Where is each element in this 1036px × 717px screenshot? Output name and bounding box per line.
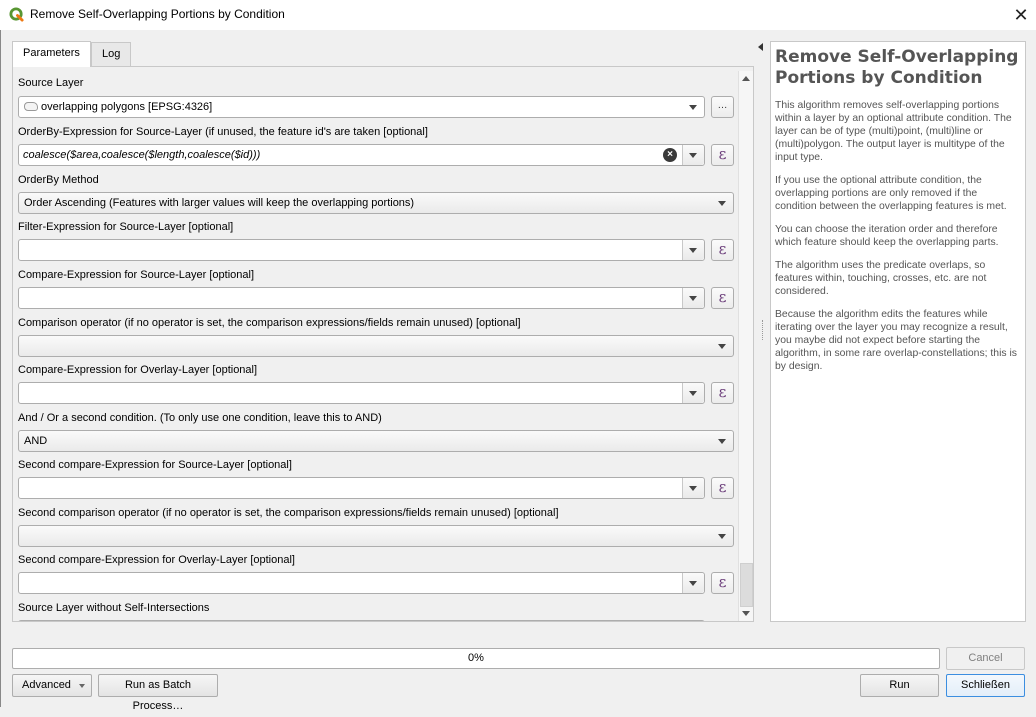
chevron-down-icon — [689, 391, 697, 396]
help-paragraph: The algorithm uses the predicate overlap… — [775, 260, 987, 297]
collapse-help-icon[interactable] — [758, 43, 763, 51]
help-paragraph: This algorithm removes self-overlapping … — [775, 100, 1012, 163]
chevron-down-icon — [689, 153, 697, 158]
second-compare-source-label: Second compare-Expression for Source-Lay… — [18, 459, 292, 471]
second-compare-source-input[interactable] — [20, 479, 680, 497]
tab-parameters[interactable]: Parameters — [12, 41, 91, 67]
source-layer-label: Source Layer — [18, 77, 84, 89]
and-or-value: AND — [24, 435, 48, 447]
help-paragraph: You can choose the iteration order and t… — [775, 224, 999, 248]
help-title: Remove Self-Overlapping Portions by Cond… — [775, 47, 1019, 88]
compare-overlay-dropdown[interactable] — [683, 383, 704, 403]
compare-source-builder-button[interactable]: ε — [711, 287, 734, 309]
orderby-expression-builder-button[interactable]: ε — [711, 144, 734, 166]
chevron-down-icon — [718, 534, 726, 539]
scroll-down-icon[interactable] — [742, 611, 750, 616]
parameters-panel: Source Layer overlapping polygons [EPSG:… — [12, 66, 754, 622]
compare-overlay-label: Compare-Expression for Overlay-Layer [op… — [18, 364, 258, 376]
chevron-down-icon — [718, 439, 726, 444]
help-panel: Remove Self-Overlapping Portions by Cond… — [770, 41, 1026, 622]
run-batch-button[interactable]: Run as Batch Process… — [98, 674, 218, 712]
and-or-label: And / Or a second condition. (To only us… — [18, 412, 382, 424]
second-compare-overlay-dropdown[interactable] — [683, 573, 704, 593]
orderby-expression-dropdown[interactable] — [683, 145, 704, 165]
parameters-scroll-area: Source Layer overlapping polygons [EPSG:… — [13, 67, 739, 621]
compare-overlay-input[interactable] — [20, 384, 680, 402]
advanced-button[interactable]: Advanced — [12, 674, 92, 697]
second-comparison-operator-combo[interactable] — [18, 525, 734, 547]
comparison-operator-combo[interactable] — [18, 335, 734, 357]
filter-expression-dropdown[interactable] — [683, 240, 704, 260]
compare-overlay-field — [18, 382, 705, 404]
orderby-method-value: Order Ascending (Features with larger va… — [24, 197, 415, 209]
chevron-down-icon — [718, 344, 726, 349]
second-compare-overlay-field — [18, 572, 705, 594]
progress-text: 0% — [468, 652, 484, 664]
close-button[interactable]: Schließen — [946, 674, 1025, 697]
filter-expression-field — [18, 239, 705, 261]
close-icon[interactable]: ✕ — [1010, 4, 1032, 26]
orderby-expression-label: OrderBy-Expression for Source-Layer (if … — [18, 126, 428, 138]
compare-source-dropdown[interactable] — [683, 288, 704, 308]
chevron-down-icon — [689, 248, 697, 253]
orderby-method-label: OrderBy Method — [18, 174, 99, 186]
source-layer-value: overlapping polygons [EPSG:4326] — [41, 101, 213, 113]
second-compare-source-field — [18, 477, 705, 499]
second-compare-overlay-input[interactable] — [20, 574, 680, 592]
output-layer-label: Source Layer without Self-Intersections — [18, 602, 210, 614]
chevron-down-icon — [689, 296, 697, 301]
filter-expression-label: Filter-Expression for Source-Layer [opti… — [18, 221, 234, 233]
advanced-label: Advanced — [22, 679, 71, 691]
help-paragraph: If you use the optional attribute condit… — [775, 175, 1007, 212]
orderby-expression-input[interactable] — [20, 146, 680, 164]
filter-expression-builder-button[interactable]: ε — [711, 239, 734, 261]
second-compare-source-builder-button[interactable]: ε — [711, 477, 734, 499]
tab-log[interactable]: Log — [91, 42, 132, 66]
orderby-expression-field: × — [18, 144, 705, 166]
parameters-scrollbar[interactable] — [738, 71, 753, 621]
title-bar: Remove Self-Overlapping Portions by Cond… — [0, 0, 1036, 30]
compare-source-label: Compare-Expression for Source-Layer [opt… — [18, 269, 255, 281]
output-layer-field[interactable] — [18, 620, 705, 621]
window-title: Remove Self-Overlapping Portions by Cond… — [30, 7, 285, 21]
chevron-down-icon — [79, 684, 85, 688]
compare-overlay-builder-button[interactable]: ε — [711, 382, 734, 404]
compare-source-field — [18, 287, 705, 309]
filter-expression-input[interactable] — [20, 241, 680, 259]
help-paragraph: Because the algorithm edits the features… — [775, 309, 1017, 372]
source-layer-browse-button[interactable]: … — [711, 96, 734, 118]
clear-icon[interactable]: × — [663, 148, 677, 162]
run-button[interactable]: Run — [860, 674, 939, 697]
and-or-combo[interactable]: AND — [18, 430, 734, 452]
second-compare-source-dropdown[interactable] — [683, 478, 704, 498]
compare-source-input[interactable] — [20, 289, 680, 307]
orderby-method-combo[interactable]: Order Ascending (Features with larger va… — [18, 192, 734, 214]
scroll-up-icon[interactable] — [742, 76, 750, 81]
second-comparison-operator-label: Second comparison operator (if no operat… — [18, 507, 559, 519]
chevron-down-icon — [689, 105, 697, 110]
polygon-layer-icon — [24, 102, 38, 111]
source-layer-combo[interactable]: overlapping polygons [EPSG:4326] — [18, 96, 705, 118]
chevron-down-icon — [689, 486, 697, 491]
chevron-down-icon — [718, 201, 726, 206]
splitter-handle[interactable] — [762, 320, 764, 340]
cancel-button[interactable]: Cancel — [946, 647, 1025, 670]
second-compare-overlay-builder-button[interactable]: ε — [711, 572, 734, 594]
second-compare-overlay-label: Second compare-Expression for Overlay-La… — [18, 554, 295, 566]
qgis-icon — [9, 7, 24, 22]
comparison-operator-label: Comparison operator (if no operator is s… — [18, 317, 521, 329]
scroll-thumb[interactable] — [740, 563, 753, 607]
chevron-down-icon — [689, 581, 697, 586]
progress-bar: 0% — [12, 648, 940, 669]
window-edge — [0, 30, 2, 707]
